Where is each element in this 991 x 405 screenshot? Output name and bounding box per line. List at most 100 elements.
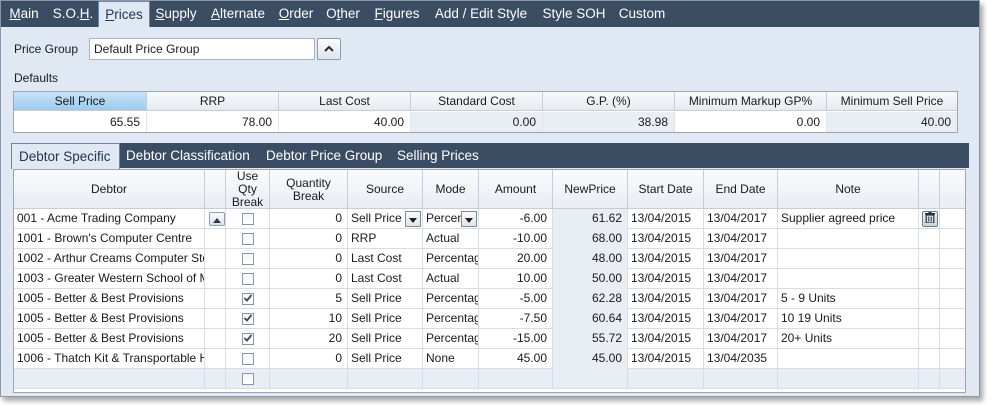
tab-style-soh[interactable]: Style SOH: [539, 1, 609, 27]
amount-cell[interactable]: -10.00: [479, 229, 553, 249]
table-row[interactable]: 1005 - Better & Best Provisions 5 Sell P…: [14, 289, 965, 309]
debtor-cell[interactable]: 1005 - Better & Best Provisions: [14, 329, 205, 349]
end-date-cell[interactable]: 13/04/2017: [704, 209, 778, 229]
col-start-date[interactable]: Start Date: [628, 170, 704, 209]
use-qty-break-checkbox[interactable]: [241, 273, 254, 285]
mode-cell[interactable]: Percent: [423, 209, 479, 229]
table-row[interactable]: 1002 - Arthur Creams Computer Store 0 La…: [14, 249, 965, 269]
amount-cell[interactable]: 20.00: [479, 249, 553, 269]
subtab-debtor-specific[interactable]: Debtor Specific: [11, 143, 120, 169]
note-cell[interactable]: [778, 269, 919, 289]
mode-cell[interactable]: Actual: [423, 269, 479, 289]
end-date-cell[interactable]: 13/04/2017: [704, 229, 778, 249]
source-cell[interactable]: RRP: [348, 229, 423, 249]
note-cell[interactable]: [778, 349, 919, 369]
quantity-cell[interactable]: 5: [270, 289, 348, 309]
debtor-cell[interactable]: 1002 - Arthur Creams Computer Store: [14, 249, 205, 269]
mode-cell[interactable]: Percentage: [423, 309, 479, 329]
debtor-cell[interactable]: 1005 - Better & Best Provisions: [14, 309, 205, 329]
table-row[interactable]: 001 - Acme Trading Company 0 Sell Price …: [14, 209, 965, 229]
mode-dropdown-button[interactable]: [461, 211, 477, 227]
quantity-cell[interactable]: 0: [270, 229, 348, 249]
col-end-date[interactable]: End Date: [704, 170, 778, 209]
sell-price-field[interactable]: 65.55: [14, 112, 147, 132]
mode-cell[interactable]: Percentage: [423, 289, 479, 309]
amount-cell[interactable]: [479, 369, 553, 389]
col-new-price[interactable]: NewPrice: [553, 170, 628, 209]
quantity-cell[interactable]: 0: [270, 269, 348, 289]
use-qty-break-checkbox[interactable]: [241, 253, 254, 265]
source-cell[interactable]: Sell Price: [348, 329, 423, 349]
debtor-cell[interactable]: 1001 - Brown's Computer Centre: [14, 229, 205, 249]
quantity-cell[interactable]: 0: [270, 209, 348, 229]
source-cell[interactable]: Sell Price: [348, 289, 423, 309]
amount-cell[interactable]: 45.00: [479, 349, 553, 369]
col-mode[interactable]: Mode: [423, 170, 479, 209]
source-dropdown-button[interactable]: [405, 211, 421, 227]
debtor-cell[interactable]: 001 - Acme Trading Company: [14, 209, 205, 229]
start-date-cell[interactable]: 13/04/2015: [628, 349, 704, 369]
quantity-cell[interactable]: 0: [270, 349, 348, 369]
debtor-cell[interactable]: [14, 369, 205, 389]
source-cell[interactable]: [348, 369, 423, 389]
col-use-qty-break[interactable]: Use Qty Break: [226, 170, 270, 209]
amount-cell[interactable]: -5.00: [479, 289, 553, 309]
quantity-cell[interactable]: 0: [270, 249, 348, 269]
mode-cell[interactable]: None: [423, 349, 479, 369]
col-debtor[interactable]: Debtor: [14, 170, 205, 209]
end-date-cell[interactable]: 13/04/2017: [704, 309, 778, 329]
note-cell[interactable]: 5 - 9 Units: [778, 289, 919, 309]
use-qty-break-checkbox[interactable]: [241, 353, 254, 365]
start-date-cell[interactable]: 13/04/2015: [628, 329, 704, 349]
quantity-cell[interactable]: 20: [270, 329, 348, 349]
last-cost-field[interactable]: 40.00: [279, 112, 411, 132]
debtor-cell[interactable]: 1003 - Greater Western School of Manu: [14, 269, 205, 289]
subtab-debtor-price-group[interactable]: Debtor Price Group: [266, 143, 382, 168]
note-cell[interactable]: [778, 229, 919, 249]
use-qty-break-checkbox[interactable]: [241, 233, 254, 245]
end-date-cell[interactable]: [704, 369, 778, 389]
end-date-cell[interactable]: 13/04/2017: [704, 269, 778, 289]
start-date-cell[interactable]: 13/04/2015: [628, 209, 704, 229]
mode-cell[interactable]: Percentage: [423, 329, 479, 349]
note-cell[interactable]: [778, 369, 919, 389]
amount-cell[interactable]: -15.00: [479, 329, 553, 349]
subtab-debtor-classification[interactable]: Debtor Classification: [126, 143, 250, 168]
source-cell[interactable]: Last Cost: [348, 249, 423, 269]
note-cell[interactable]: 20+ Units: [778, 329, 919, 349]
table-row[interactable]: 1006 - Thatch Kit & Transportable Home 0…: [14, 349, 965, 369]
col-quantity-break[interactable]: Quantity Break: [270, 170, 348, 209]
rrp-field[interactable]: 78.00: [147, 112, 279, 132]
tab-supply[interactable]: Supply: [151, 1, 201, 27]
tab-alternate[interactable]: Alternate: [205, 1, 271, 27]
tab-custom[interactable]: Custom: [614, 1, 670, 27]
end-date-cell[interactable]: 13/04/2017: [704, 289, 778, 309]
quantity-cell[interactable]: [270, 369, 348, 389]
source-cell[interactable]: Sell Price: [348, 209, 423, 229]
new-row[interactable]: [14, 369, 965, 389]
source-cell[interactable]: Last Cost: [348, 269, 423, 289]
tab-soh[interactable]: S.O.H.: [48, 1, 98, 27]
note-cell[interactable]: [778, 249, 919, 269]
collapse-button[interactable]: [317, 38, 341, 60]
tab-main[interactable]: Main: [3, 1, 45, 27]
table-row[interactable]: 1005 - Better & Best Provisions 20 Sell …: [14, 329, 965, 349]
end-date-cell[interactable]: 13/04/2017: [704, 329, 778, 349]
col-amount[interactable]: Amount: [479, 170, 553, 209]
end-date-cell[interactable]: 13/04/2035: [704, 349, 778, 369]
quantity-cell[interactable]: 10: [270, 309, 348, 329]
start-date-cell[interactable]: 13/04/2015: [628, 289, 704, 309]
use-qty-break-checkbox[interactable]: [241, 213, 254, 225]
use-qty-break-checkbox[interactable]: [241, 333, 254, 345]
subtab-selling-prices[interactable]: Selling Prices: [397, 143, 479, 168]
start-date-cell[interactable]: [628, 369, 704, 389]
amount-cell[interactable]: -6.00: [479, 209, 553, 229]
delete-row-button[interactable]: [922, 211, 938, 227]
start-date-cell[interactable]: 13/04/2015: [628, 309, 704, 329]
debtor-cell[interactable]: 1006 - Thatch Kit & Transportable Home: [14, 349, 205, 369]
table-row[interactable]: 1003 - Greater Western School of Manu 0 …: [14, 269, 965, 289]
mode-cell[interactable]: [423, 369, 479, 389]
source-cell[interactable]: Sell Price: [348, 349, 423, 369]
start-date-cell[interactable]: 13/04/2015: [628, 229, 704, 249]
tab-add-edit-style[interactable]: Add / Edit Style: [429, 1, 533, 27]
